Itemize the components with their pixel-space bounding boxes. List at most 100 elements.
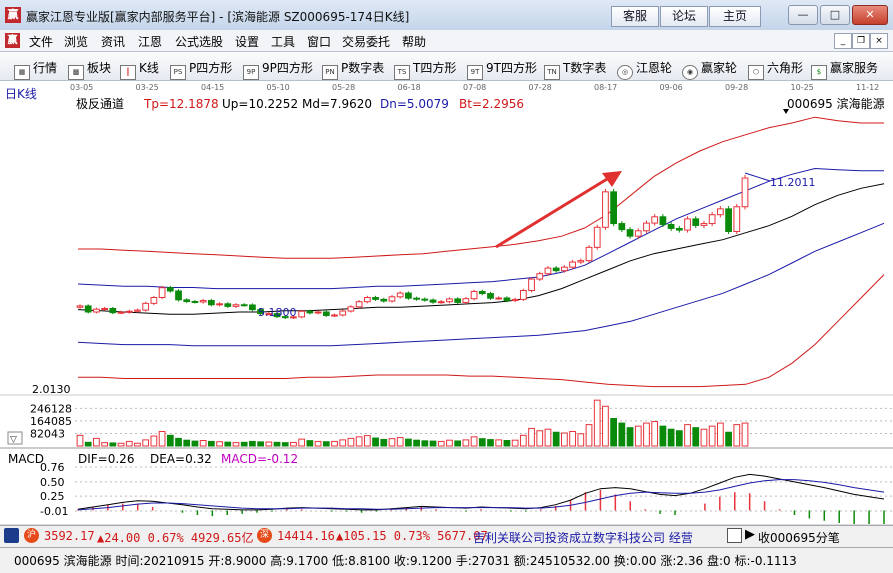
volume-bar bbox=[372, 437, 379, 447]
toolbar-9t-square-button[interactable]: 9T 9T四方形 bbox=[467, 59, 537, 80]
volume-bar bbox=[207, 440, 215, 447]
volume-bar bbox=[741, 422, 749, 447]
macd-tick: 0.25 bbox=[40, 490, 65, 503]
candle-body bbox=[207, 300, 215, 306]
volume-bar bbox=[166, 434, 174, 447]
hexagon-icon: ⬡ bbox=[748, 65, 764, 80]
menu-stock-picker[interactable]: 公式选股 bbox=[175, 33, 223, 50]
candle-body bbox=[716, 208, 724, 216]
volume-bar bbox=[602, 405, 609, 447]
toolbar-t-table-button[interactable]: TN T数字表 bbox=[544, 59, 606, 80]
close-window-button[interactable]: ✕ bbox=[852, 5, 888, 25]
band-lower-line bbox=[77, 222, 885, 347]
volume-bar bbox=[593, 399, 601, 447]
volume-bar bbox=[125, 440, 133, 447]
kline-chart[interactable]: 日K线 03-05 03-25 04-15 05-10 05-28 06-18 07-08 0… bbox=[0, 81, 893, 524]
volume-bar bbox=[528, 427, 535, 447]
candlestick-series bbox=[76, 174, 749, 320]
volume-bar bbox=[396, 437, 404, 447]
volume-bar bbox=[314, 440, 322, 447]
volume-bar bbox=[446, 439, 453, 447]
date-tick: 08-17 bbox=[594, 83, 617, 92]
candle-body bbox=[626, 229, 634, 237]
menu-gann[interactable]: 江恩 bbox=[138, 33, 162, 50]
ticker-toggle-icon[interactable] bbox=[727, 528, 742, 543]
menu-window[interactable]: 窗口 bbox=[307, 33, 331, 50]
volume-bar bbox=[199, 440, 207, 447]
menu-trade[interactable]: 交易委托 bbox=[342, 33, 390, 50]
p-number-table-icon: PN bbox=[322, 65, 338, 80]
toolbar-kline-button[interactable]: ┃ K线 bbox=[120, 59, 159, 80]
candle-body bbox=[331, 314, 338, 317]
menu-settings[interactable]: 设置 bbox=[235, 33, 259, 50]
menu-tools[interactable]: 工具 bbox=[271, 33, 295, 50]
gann-wheel-icon: ◎ bbox=[617, 65, 633, 80]
toolbar-quote-button[interactable]: ▦ 行情 bbox=[14, 59, 57, 80]
volume-bar bbox=[462, 439, 470, 447]
sh-index-value[interactable]: 3592.17 bbox=[44, 529, 95, 543]
customer-service-button[interactable]: 客服 bbox=[611, 6, 659, 27]
date-tick: 03-25 bbox=[136, 83, 159, 92]
news-ticker[interactable]: 吉利关联公司投资成立数字科技公司 经营 bbox=[473, 529, 721, 546]
quote-info-bar: 000695 滨海能源 时间:20210915 开:8.9000 高:9.170… bbox=[0, 547, 893, 573]
cursor-marker-icon bbox=[783, 109, 789, 114]
menu-browse[interactable]: 浏览 bbox=[64, 33, 88, 50]
index-status-bar: 沪 3592.17 ▲24.00 0.67% 4929.65亿 深 14414.… bbox=[0, 525, 893, 547]
candle-body bbox=[363, 297, 371, 303]
toolbar-sector-button[interactable]: ▩ 板块 bbox=[68, 59, 111, 80]
volume-bar bbox=[511, 439, 519, 447]
indicator-name: 极反通道 bbox=[76, 97, 124, 111]
maximize-window-button[interactable]: □ bbox=[820, 5, 850, 25]
minimize-window-button[interactable]: — bbox=[788, 5, 818, 25]
toolbar-gann-wheel-button[interactable]: ◎ 江恩轮 bbox=[617, 59, 672, 80]
candle-body bbox=[84, 305, 92, 313]
volume-tick: 82043 bbox=[30, 427, 65, 440]
forum-button[interactable]: 论坛 bbox=[660, 6, 708, 27]
keyboard-icon[interactable] bbox=[4, 528, 19, 543]
t-number-table-icon: TN bbox=[544, 65, 560, 80]
toolbar-service-button[interactable]: $ 赢家服务 bbox=[811, 59, 878, 80]
volume-bar bbox=[84, 441, 92, 447]
candle-body bbox=[322, 311, 330, 316]
toolbar-winner-wheel-button[interactable]: ◉ 赢家轮 bbox=[682, 59, 737, 80]
app-logo-icon: 赢 bbox=[5, 7, 21, 23]
macd-dif-value: DIF=0.26 bbox=[78, 452, 134, 466]
mdi-minimize-button[interactable]: _ bbox=[834, 33, 852, 49]
volume-bar bbox=[109, 442, 117, 447]
menu-news[interactable]: 资讯 bbox=[101, 33, 125, 50]
toolbar-p-square-button[interactable]: PS P四方形 bbox=[170, 59, 232, 80]
candle-body bbox=[183, 299, 191, 302]
menu-help[interactable]: 帮助 bbox=[402, 33, 426, 50]
volume-bar bbox=[610, 418, 618, 447]
candle-body bbox=[355, 301, 363, 308]
watch-tick-label[interactable]: 收000695分笔 bbox=[758, 529, 840, 546]
volume-bar bbox=[355, 436, 363, 447]
macd-dea-line bbox=[77, 479, 885, 511]
toolbar-hexagon-button[interactable]: ⬡ 六角形 bbox=[748, 59, 803, 80]
toolbar-p-table-button[interactable]: PN P数字表 bbox=[322, 59, 384, 80]
sz-index-badge-icon: 深 bbox=[257, 528, 272, 543]
volume-bar bbox=[478, 438, 486, 447]
high-price-label: 11.2011 bbox=[770, 176, 816, 189]
candle-body bbox=[347, 306, 355, 312]
candle-body bbox=[700, 223, 708, 226]
sz-index-value[interactable]: 14414.16 bbox=[277, 529, 335, 543]
window-title: 赢家江恩专业版[赢家内部服务平台] - [滨海能源 SZ000695-174日K… bbox=[26, 10, 410, 24]
candle-body bbox=[339, 310, 347, 316]
home-button[interactable]: 主页 bbox=[709, 6, 761, 27]
sh-index-change: ▲24.00 0.67% 4929.65亿 bbox=[97, 531, 254, 545]
date-tick: 05-10 bbox=[267, 83, 290, 92]
chart-area[interactable]: 日K线 03-05 03-25 04-15 05-10 05-28 06-18 07-08 0… bbox=[0, 81, 893, 524]
t-square-icon: TS bbox=[394, 65, 410, 80]
mdi-restore-button[interactable]: ❐ bbox=[852, 33, 870, 49]
toolbar-t-square-button[interactable]: TS T四方形 bbox=[394, 59, 456, 80]
menu-file[interactable]: 文件 bbox=[29, 33, 53, 50]
volume-bar bbox=[232, 442, 240, 447]
mdi-close-button[interactable]: × bbox=[870, 33, 888, 49]
volume-bar bbox=[585, 424, 593, 447]
candle-body bbox=[741, 177, 749, 208]
candle-body bbox=[224, 303, 232, 307]
toolbar-9p-square-button[interactable]: 9P 9P四方形 bbox=[243, 59, 313, 80]
candle-body bbox=[117, 311, 125, 314]
volume-bar bbox=[158, 430, 166, 447]
